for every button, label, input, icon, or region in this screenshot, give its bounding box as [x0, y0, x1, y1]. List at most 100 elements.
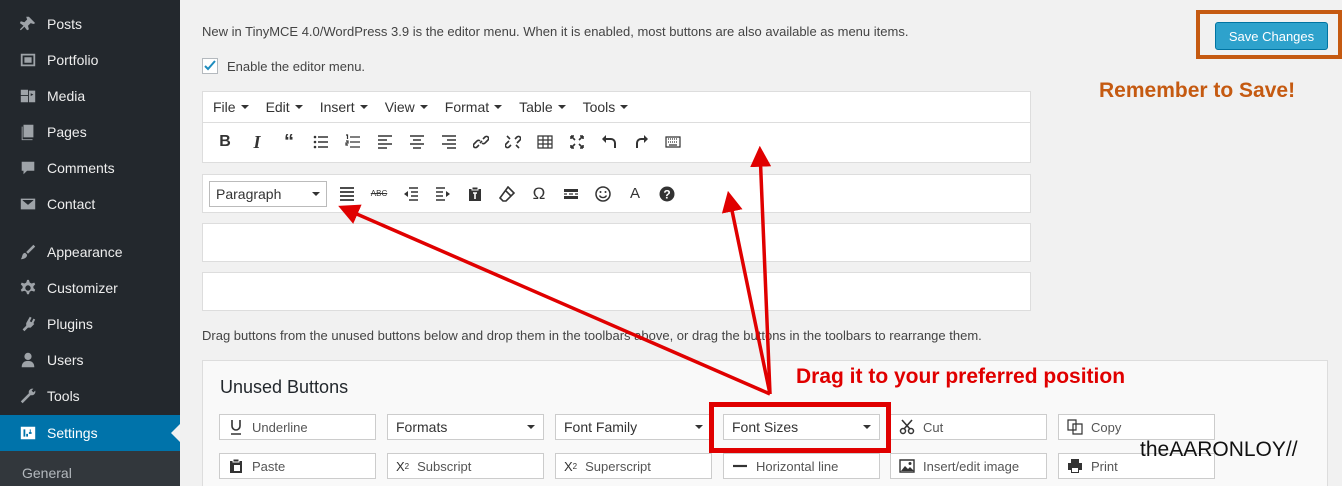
caret-down-icon [419, 105, 428, 109]
clear-formatting-icon[interactable] [491, 180, 523, 208]
align-left-icon[interactable] [369, 128, 401, 156]
enable-menu-checkbox[interactable] [202, 58, 218, 74]
menu-view[interactable]: View [385, 99, 428, 115]
enable-menu-option[interactable]: Enable the editor menu. [202, 58, 365, 74]
sidebar-item-label: Settings [47, 425, 98, 441]
editor-toolbar-1: File Edit Insert View Format Table Tools… [202, 91, 1031, 163]
sidebar-item-posts[interactable]: Posts [0, 6, 180, 42]
menu-label: View [384, 99, 415, 115]
outdent-icon[interactable] [395, 180, 427, 208]
sidebar-item-label: Plugins [47, 316, 93, 332]
undo-icon[interactable] [593, 128, 625, 156]
strikethrough-icon[interactable]: ABC [363, 180, 395, 208]
read-more-icon[interactable] [555, 180, 587, 208]
remember-to-save-annotation: Remember to Save! [1099, 79, 1296, 102]
caret-down-icon [620, 105, 629, 109]
unlink-icon[interactable] [497, 128, 529, 156]
caret-down-icon [527, 425, 535, 429]
help-icon[interactable]: ? [651, 180, 683, 208]
select-label: Formats [396, 419, 448, 435]
menu-insert[interactable]: Insert [320, 99, 368, 115]
editor-toolbar-3-empty [202, 223, 1031, 262]
button-label: Cut [923, 419, 944, 435]
checkmark-icon [204, 60, 216, 71]
sidebar-item-portfolio[interactable]: Portfolio [0, 42, 180, 78]
caret-down-icon [294, 105, 303, 109]
indent-icon[interactable] [427, 180, 459, 208]
blockquote-icon[interactable]: “ [273, 128, 305, 156]
drag-callout-annotation: Drag it to your preferred position [796, 365, 1126, 388]
fullscreen-icon[interactable] [561, 128, 593, 156]
redo-icon[interactable] [625, 128, 657, 156]
caret-down-icon [494, 105, 503, 109]
unused-font-family-select[interactable]: Font Family [555, 414, 712, 440]
text-color-icon[interactable]: A [619, 180, 651, 208]
italic-icon[interactable]: I [241, 128, 273, 156]
justify-icon[interactable] [331, 180, 363, 208]
font-sizes-highlight-box [709, 402, 891, 453]
paragraph-format-value: Paragraph [216, 185, 282, 202]
link-icon[interactable] [465, 128, 497, 156]
sidebar-item-pages[interactable]: Pages [0, 114, 180, 150]
menu-label: Format [444, 99, 490, 115]
settings-submenu: General [0, 451, 180, 486]
main-content: New in TinyMCE 4.0/WordPress 3.9 is the … [180, 0, 1342, 486]
editor-menubar: File Edit Insert View Format Table Tools [203, 92, 1030, 123]
sidebar-item-label: Tools [47, 388, 80, 404]
unused-superscript-button[interactable]: X2 Superscript [555, 453, 712, 479]
printer-icon [1067, 458, 1083, 474]
button-label: Copy [1091, 419, 1122, 435]
unused-underline-button[interactable]: Underline [219, 414, 376, 440]
pushpin-icon [18, 14, 38, 34]
unused-copy-button[interactable]: Copy [1058, 414, 1215, 440]
bullet-list-icon[interactable] [305, 128, 337, 156]
sidebar-item-plugins[interactable]: Plugins [0, 306, 180, 342]
menu-file[interactable]: File [213, 99, 249, 115]
watermark: theAARONLOY// [1140, 438, 1298, 461]
unused-cut-button[interactable]: Cut [890, 414, 1047, 440]
sidebar-item-comments[interactable]: Comments [0, 150, 180, 186]
scissors-icon [899, 419, 915, 435]
sidebar-item-users[interactable]: Users [0, 342, 180, 378]
omega-icon[interactable]: Ω [523, 180, 555, 208]
menu-format[interactable]: Format [444, 99, 503, 115]
drag-instructions: Drag buttons from the unused buttons bel… [202, 328, 982, 343]
paste-text-icon[interactable] [459, 180, 491, 208]
keyboard-icon[interactable] [657, 128, 689, 156]
menu-table[interactable]: Table [519, 99, 566, 115]
align-center-icon[interactable] [401, 128, 433, 156]
caret-down-icon [557, 105, 566, 109]
subscript-icon: X2 [396, 458, 410, 474]
unused-horizontal-line-button[interactable]: Horizontal line [723, 453, 880, 479]
plugin-icon [18, 314, 38, 334]
editor-toolbar-row-1: B I “ [203, 123, 1030, 161]
submenu-item-general[interactable]: General [22, 465, 72, 481]
sidebar-item-tools[interactable]: Tools [0, 378, 180, 414]
unused-subscript-button[interactable]: X2 Subscript [387, 453, 544, 479]
emoticon-icon[interactable] [587, 180, 619, 208]
select-label: Font Family [564, 419, 638, 435]
intro-text: New in TinyMCE 4.0/WordPress 3.9 is the … [202, 24, 909, 39]
envelope-icon [18, 194, 38, 214]
button-label: Underline [252, 419, 308, 435]
sidebar-item-appearance[interactable]: Appearance [0, 234, 180, 270]
paragraph-format-select[interactable]: Paragraph [209, 180, 327, 207]
menu-label: Table [519, 99, 553, 115]
unused-formats-select[interactable]: Formats [387, 414, 544, 440]
superscript-icon: X2 [564, 458, 578, 474]
table-icon[interactable] [529, 128, 561, 156]
menu-edit[interactable]: Edit [266, 99, 303, 115]
bold-icon[interactable]: B [209, 128, 241, 156]
sidebar-item-media[interactable]: Media [0, 78, 180, 114]
sidebar-item-settings[interactable]: Settings [0, 415, 180, 451]
sidebar-item-label: Portfolio [47, 52, 99, 68]
sidebar-item-customizer[interactable]: Customizer [0, 270, 180, 306]
button-label: Subscript [417, 458, 472, 474]
unused-paste-button[interactable]: Paste [219, 453, 376, 479]
sidebar-item-label: Customizer [47, 280, 118, 296]
numbered-list-icon[interactable] [337, 128, 369, 156]
menu-tools[interactable]: Tools [583, 99, 629, 115]
unused-insert-image-button[interactable]: Insert/edit image [890, 453, 1047, 479]
align-right-icon[interactable] [433, 128, 465, 156]
sidebar-item-contact[interactable]: Contact [0, 186, 180, 222]
